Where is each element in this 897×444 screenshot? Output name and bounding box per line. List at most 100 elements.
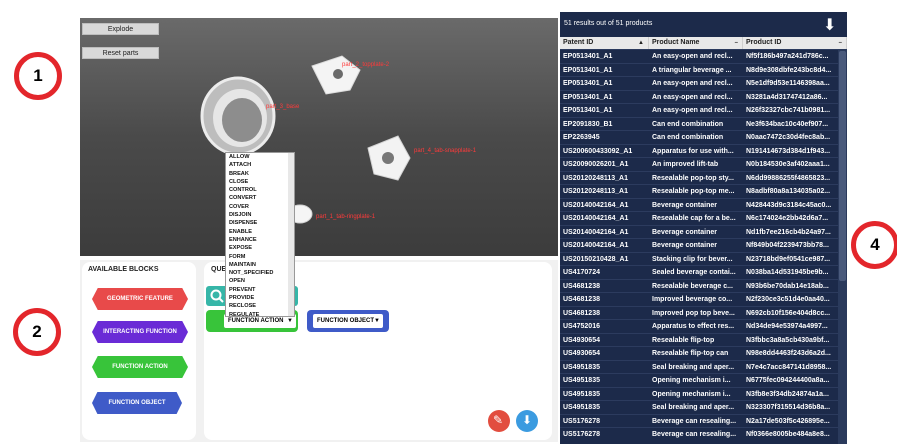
table-cell[interactable]: N3fbbc3a8a5cb430a9bf... (743, 332, 838, 347)
dropdown-option[interactable]: FORM (226, 253, 294, 261)
table-cell[interactable]: US4930654 (560, 332, 649, 347)
dropdown-option[interactable]: NOT_SPECIFIED (226, 269, 294, 277)
table-cell[interactable]: Beverage can resealing... (649, 413, 743, 428)
dropdown-option[interactable]: DISJOIN (226, 211, 294, 219)
table-cell[interactable]: EP0513401_A1 (560, 76, 649, 90)
table-cell[interactable]: US20140042164_A1 (560, 224, 649, 239)
table-cell[interactable]: US200600433092_A1 (560, 143, 649, 158)
table-cell[interactable]: EP0513401_A1 (560, 62, 649, 77)
table-cell[interactable]: Resealable cap for a be... (649, 211, 743, 225)
dropdown-option[interactable]: ENABLE (226, 228, 294, 236)
table-cell[interactable]: N0aac7472c30d4fec8ab... (743, 130, 838, 144)
table-cell[interactable]: Beverage container (649, 238, 743, 252)
table-cell[interactable]: N8adbf80a8a134035a02... (743, 184, 838, 198)
table-cell[interactable]: N3fb8e3f34db24874a1a... (743, 386, 838, 401)
table-cell[interactable]: An easy-open and recl... (649, 76, 743, 90)
table-cell[interactable]: N6c174024e2bb42d6a7... (743, 211, 838, 225)
dropdown-scrollbar[interactable] (288, 153, 294, 316)
table-cell[interactable]: N8d9e308dbfe243bc8d4... (743, 62, 838, 77)
table-cell[interactable]: Ne3f634bac10c40ef907... (743, 116, 838, 131)
can-parts-model[interactable] (80, 18, 558, 256)
table-cell[interactable]: Improved beverage co... (649, 292, 743, 306)
3d-viewport[interactable]: Explode Reset parts part_2_topplate-2 pa… (80, 18, 558, 256)
table-cell[interactable]: US4681238 (560, 278, 649, 293)
table-cell[interactable]: Apparatus for use with... (649, 143, 743, 158)
table-cell[interactable]: N3281a4d31747412a86... (743, 89, 838, 104)
table-cell[interactable]: US20150210428_A1 (560, 251, 649, 266)
table-cell[interactable]: N5e1df9d53e1146398aa... (743, 76, 838, 90)
table-cell[interactable]: N0b184530e3af402aaa1... (743, 157, 838, 171)
table-cell[interactable]: N2f230ce3c51d4e0aa40... (743, 292, 838, 306)
table-cell[interactable]: EP0513401_A1 (560, 89, 649, 104)
dropdown-option[interactable]: ALLOW (226, 153, 294, 161)
geometric-feature-block[interactable]: GEOMETRIC FEATURE (92, 288, 188, 310)
table-cell[interactable]: An easy-open and recl... (649, 103, 743, 117)
dropdown-option[interactable]: PREVENT (226, 286, 294, 294)
table-cell[interactable]: N6dd99886255f4865823... (743, 170, 838, 185)
table-cell[interactable]: N7e4c7acc847141d8958... (743, 359, 838, 374)
table-cell[interactable]: N038ba14d531945be9b... (743, 265, 838, 279)
table-cell[interactable]: US4681238 (560, 305, 649, 320)
table-cell[interactable]: Beverage container (649, 224, 743, 239)
table-cell[interactable]: EP0513401_A1 (560, 103, 649, 117)
table-cell[interactable]: US20090026201_A1 (560, 157, 649, 171)
table-cell[interactable]: Seal breaking and aper... (649, 400, 743, 414)
table-cell[interactable]: Resealable pop-top sty... (649, 170, 743, 185)
dropdown-option[interactable]: ENHANCE (226, 236, 294, 244)
dropdown-option[interactable]: OPEN (226, 277, 294, 285)
dropdown-option[interactable]: CONTROL (226, 186, 294, 194)
table-cell[interactable]: Nd34de94e53974a4997... (743, 319, 838, 333)
table-cell[interactable]: Beverage can resealing... (649, 427, 743, 441)
interacting-function-block[interactable]: INTERACTING FUNCTION (92, 321, 188, 343)
table-cell[interactable]: Resealable flip-top can (649, 346, 743, 360)
table-cell[interactable]: US20120248113_A1 (560, 170, 649, 185)
table-cell[interactable]: N26f32327cbc741b0981... (743, 103, 838, 117)
table-cell[interactable]: Resealable pop-top me... (649, 184, 743, 198)
table-cell[interactable]: An improved lift-tab (649, 157, 743, 171)
table-cell[interactable]: US4951835 (560, 359, 649, 374)
table-cell[interactable]: Resealable flip-top (649, 332, 743, 347)
dropdown-option[interactable]: MAINTAIN (226, 261, 294, 269)
table-cell[interactable]: Can end combination (649, 116, 743, 131)
table-cell[interactable]: N323307f315514d36b8a... (743, 400, 838, 414)
column-header-product-name[interactable]: Product Name – (649, 37, 743, 49)
table-cell[interactable]: US4930654 (560, 346, 649, 360)
dropdown-option[interactable]: ATTACH (226, 161, 294, 169)
dropdown-option[interactable]: BREAK (226, 170, 294, 178)
column-header-product-id[interactable]: Product ID – (743, 37, 847, 49)
table-cell[interactable]: N93b6be70dab14e18ab... (743, 278, 838, 293)
table-cell[interactable]: N23718bd9ef0541ce987... (743, 251, 838, 266)
dropdown-option[interactable]: REGULATE (226, 311, 294, 316)
table-cell[interactable]: US4170724 (560, 265, 649, 279)
table-cell[interactable]: Beverage container (649, 197, 743, 212)
table-cell[interactable]: EP2091830_B1 (560, 116, 649, 131)
table-cell[interactable]: US4951835 (560, 373, 649, 387)
table-cell[interactable]: Nf5f186b497a241d786c... (743, 49, 838, 63)
table-cell[interactable]: US4681238 (560, 292, 649, 306)
table-cell[interactable]: Nf0366e8005be484a8e8... (743, 427, 838, 441)
table-cell[interactable]: Resealable beverage c... (649, 278, 743, 293)
table-cell[interactable]: Improved pop top beve... (649, 305, 743, 320)
download-results-button[interactable]: ⬇ (823, 15, 836, 35)
table-cell[interactable]: US5176278 (560, 413, 649, 428)
table-cell[interactable]: Sealed beverage contai... (649, 265, 743, 279)
function-action-dropdown[interactable]: ALLOW ATTACH BREAK CLOSE CONTROL CONVERT COVER… (225, 152, 295, 317)
table-cell[interactable]: N6775fec094244400a8a... (743, 373, 838, 387)
table-cell[interactable]: A triangular beverage ... (649, 62, 743, 77)
table-cell[interactable]: N428443d9c3184c45ac0... (743, 197, 838, 212)
table-cell[interactable]: N98e8dd4463f243d6a2d... (743, 346, 838, 360)
table-cell[interactable]: US4951835 (560, 386, 649, 401)
scrollbar-thumb[interactable] (839, 51, 846, 281)
function-object-select[interactable]: FUNCTION OBJECT ▼ (313, 314, 383, 328)
table-cell[interactable]: Seal breaking and aper... (649, 359, 743, 374)
table-cell[interactable]: Apparatus to effect res... (649, 319, 743, 333)
table-cell[interactable]: US20120248113_A1 (560, 184, 649, 198)
dropdown-option[interactable]: COVER (226, 203, 294, 211)
table-cell[interactable]: US5176278 (560, 427, 649, 441)
table-cell[interactable]: Can end combination (649, 130, 743, 144)
dropdown-option[interactable]: DISPENSE (226, 219, 294, 227)
dropdown-option[interactable]: CLOSE (226, 178, 294, 186)
table-cell[interactable]: US4951835 (560, 400, 649, 414)
results-scrollbar[interactable] (838, 49, 847, 444)
table-cell[interactable]: US4752016 (560, 319, 649, 333)
